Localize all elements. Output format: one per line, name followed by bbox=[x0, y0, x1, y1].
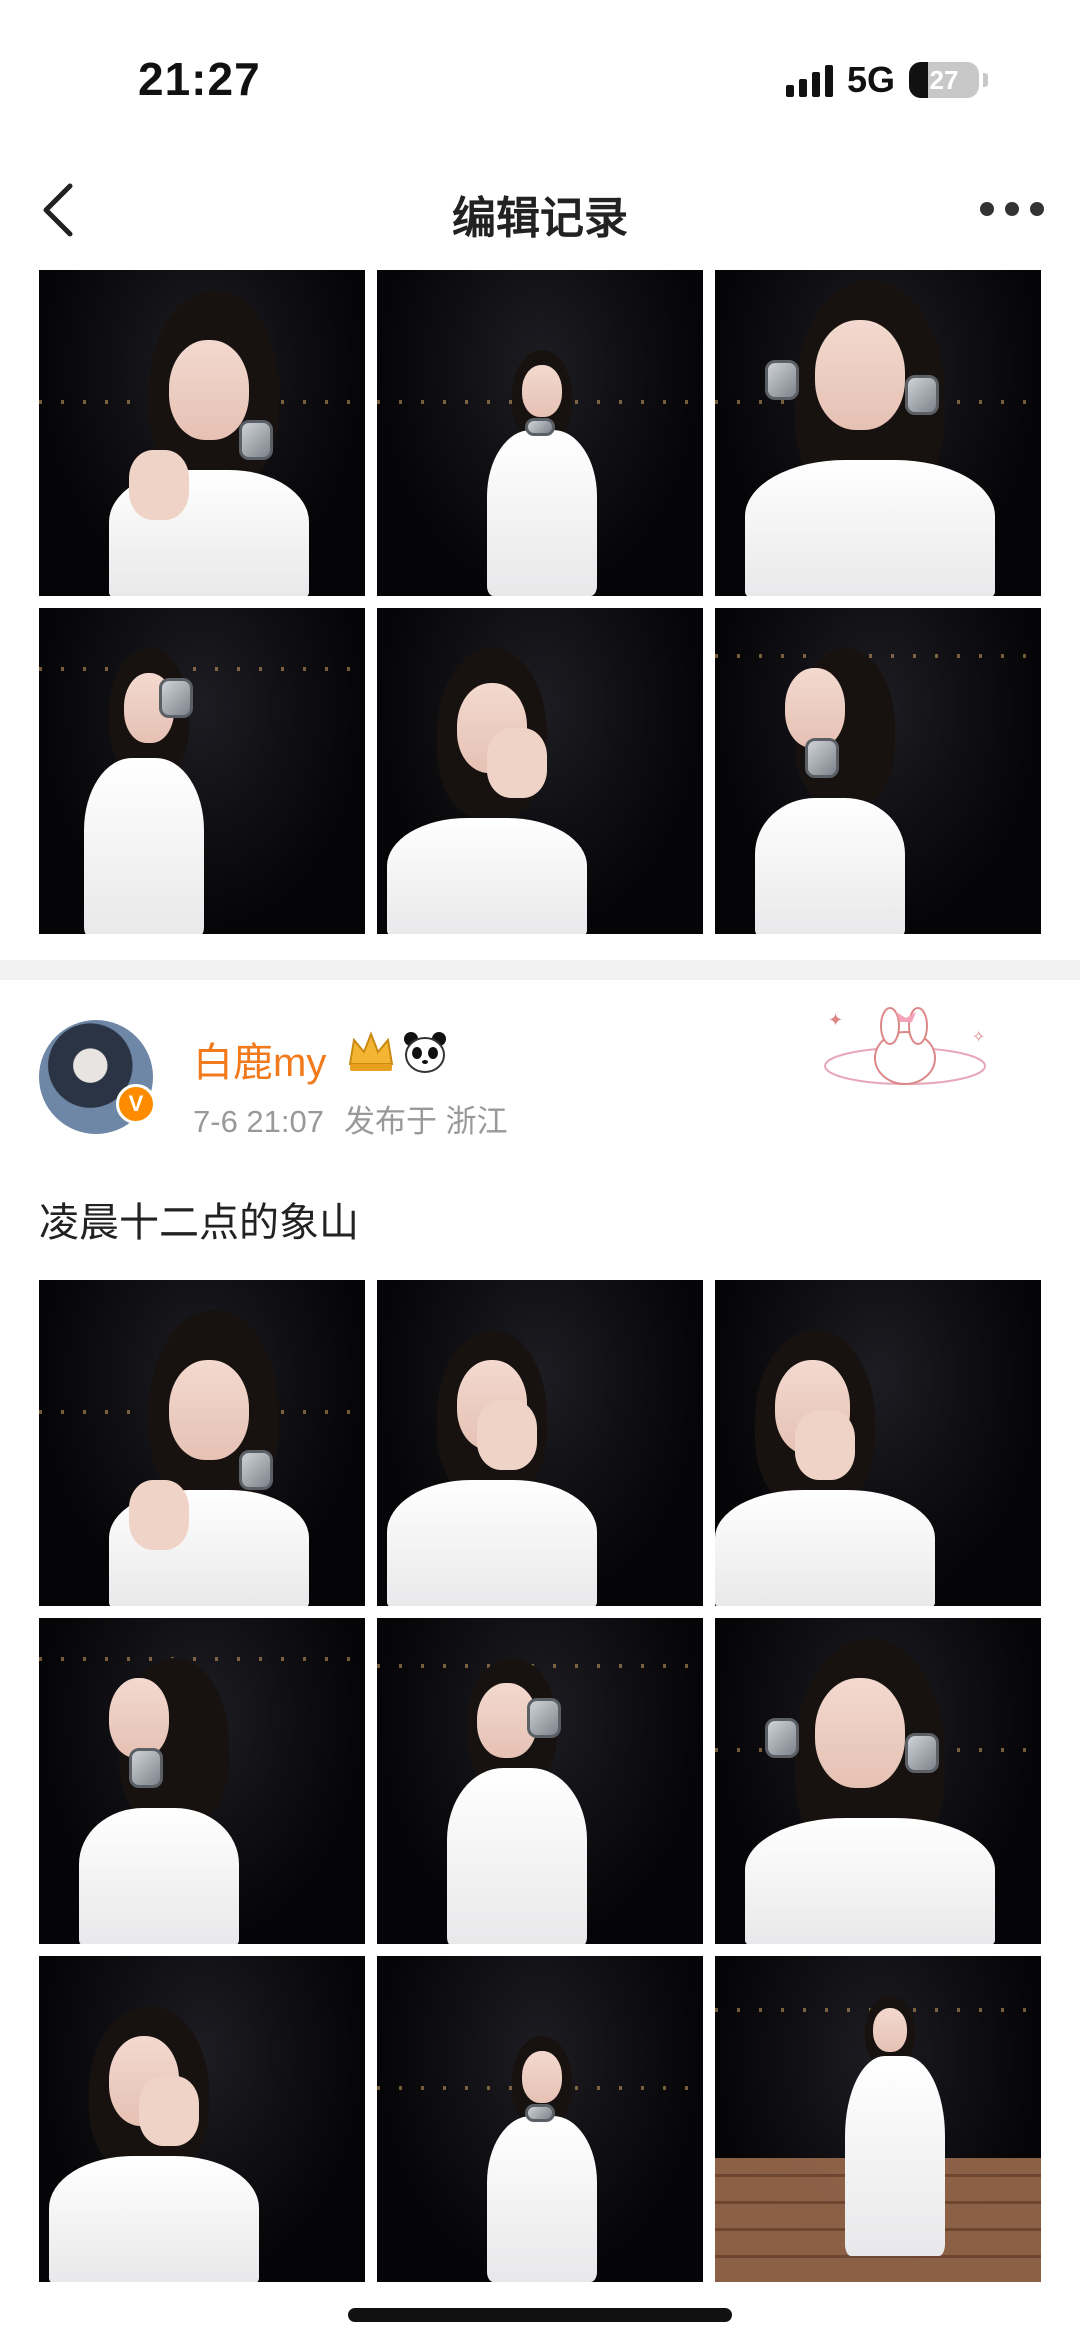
photo-thumbnail[interactable] bbox=[377, 1618, 703, 1944]
feed[interactable]: V 白鹿my 7-6 21:07 发布于 浙江 ✦ ✧ 凌晨十二点的象山 bbox=[0, 270, 1080, 2342]
battery-level: 27 bbox=[929, 65, 959, 95]
post-card: V 白鹿my 7-6 21:07 发布于 浙江 ✦ ✧ 凌晨十二点的象山 bbox=[0, 980, 1080, 2342]
status-time: 21:27 bbox=[138, 53, 261, 105]
photo-thumbnail[interactable] bbox=[39, 1956, 365, 2282]
page-title: 编辑记录 bbox=[452, 194, 628, 243]
post-text: 凌晨十二点的象山 bbox=[39, 1201, 359, 1245]
post-card-previous bbox=[0, 270, 1080, 960]
post-date: 7-6 21:07 bbox=[193, 1104, 324, 1139]
photo-grid-previous bbox=[39, 270, 1041, 934]
nav-bar: 编辑记录 bbox=[0, 150, 1080, 270]
username[interactable]: 白鹿my bbox=[193, 1030, 326, 1088]
photo-thumbnail[interactable] bbox=[377, 270, 703, 596]
panda-icon[interactable] bbox=[402, 1030, 448, 1074]
more-dots-icon[interactable] bbox=[980, 202, 1044, 218]
photo-thumbnail[interactable] bbox=[377, 1280, 703, 1606]
battery-tip bbox=[983, 73, 988, 87]
svg-text:✧: ✧ bbox=[972, 1029, 985, 1046]
bunny-sticker-icon: ✦ ✧ bbox=[810, 986, 1000, 1106]
home-indicator[interactable] bbox=[348, 2308, 732, 2322]
photo-grid bbox=[39, 1280, 1041, 2282]
svg-text:✦: ✦ bbox=[828, 1010, 843, 1030]
photo-thumbnail[interactable] bbox=[377, 608, 703, 934]
photo-thumbnail[interactable] bbox=[377, 1956, 703, 2282]
photo-thumbnail[interactable] bbox=[715, 608, 1041, 934]
post-location: 发布于 浙江 bbox=[344, 1104, 508, 1139]
verified-v-icon: V bbox=[116, 1084, 156, 1124]
photo-thumbnail[interactable] bbox=[39, 270, 365, 596]
photo-thumbnail[interactable] bbox=[715, 1956, 1041, 2282]
battery-icon: 27 bbox=[909, 62, 979, 98]
photo-thumbnail[interactable] bbox=[715, 1618, 1041, 1944]
post-meta: 7-6 21:07 发布于 浙江 bbox=[193, 1096, 508, 1141]
crown-badge-icon[interactable] bbox=[346, 1030, 396, 1074]
photo-thumbnail[interactable] bbox=[39, 1618, 365, 1944]
photo-thumbnail[interactable] bbox=[39, 1280, 365, 1606]
photo-thumbnail[interactable] bbox=[715, 270, 1041, 596]
photo-thumbnail[interactable] bbox=[39, 608, 365, 934]
post-header: V 白鹿my 7-6 21:07 发布于 浙江 ✦ ✧ bbox=[0, 980, 1080, 1160]
status-indicators: 5G 27 bbox=[785, 58, 988, 102]
status-bar: 21:27 5G 27 bbox=[0, 0, 1080, 150]
photo-thumbnail[interactable] bbox=[715, 1280, 1041, 1606]
network-label: 5G bbox=[846, 59, 895, 100]
signal-icon bbox=[785, 63, 833, 97]
